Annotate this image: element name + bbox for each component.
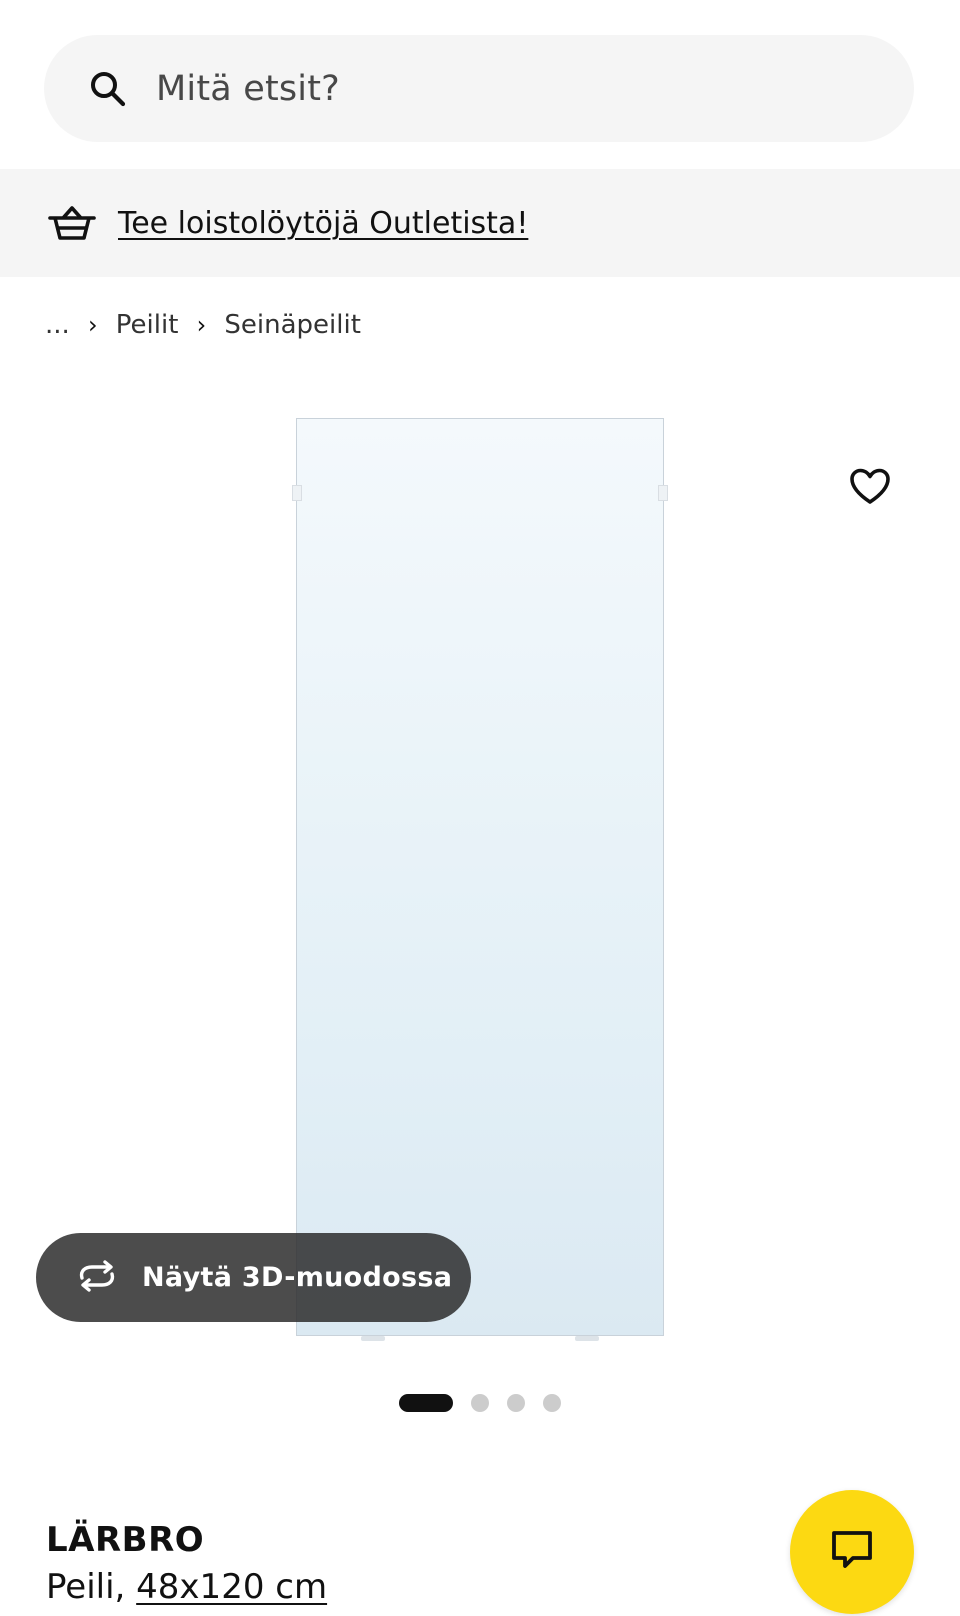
heart-icon bbox=[849, 468, 891, 510]
carousel-dot-4[interactable] bbox=[543, 1394, 561, 1412]
carousel-dot-3[interactable] bbox=[507, 1394, 525, 1412]
product-type: Peili, bbox=[46, 1567, 126, 1607]
view-3d-label: Näytä 3D-muodossa bbox=[142, 1262, 453, 1293]
product-image[interactable] bbox=[292, 418, 668, 1341]
outlet-banner: Tee loistolöytöjä Outletista! bbox=[0, 169, 960, 277]
breadcrumb-item-peilit[interactable]: Peilit bbox=[116, 310, 179, 340]
favourite-button[interactable] bbox=[846, 465, 894, 513]
chevron-right-icon: › bbox=[87, 311, 98, 339]
outlet-link[interactable]: Tee loistolöytöjä Outletista! bbox=[118, 206, 528, 241]
chat-icon bbox=[829, 1528, 875, 1576]
product-description: Peili, 48x120 cm bbox=[46, 1567, 327, 1607]
search-icon bbox=[88, 69, 128, 109]
mirror-clip bbox=[292, 485, 302, 501]
carousel-dot-1[interactable] bbox=[399, 1394, 453, 1412]
search-placeholder: Mitä etsit? bbox=[156, 68, 340, 109]
breadcrumb-item-seinapeilit[interactable]: Seinäpeilit bbox=[224, 310, 361, 340]
carousel-dot-2[interactable] bbox=[471, 1394, 489, 1412]
outlet-basket-icon bbox=[48, 203, 96, 243]
search-input[interactable]: Mitä etsit? bbox=[44, 35, 914, 142]
carousel-indicator bbox=[399, 1394, 561, 1412]
product-size-link[interactable]: 48x120 cm bbox=[136, 1567, 327, 1607]
mirror-foot bbox=[575, 1336, 599, 1341]
view-3d-button[interactable]: Näytä 3D-muodossa bbox=[36, 1233, 471, 1322]
mirror-clip bbox=[658, 485, 668, 501]
product-name: LÄRBRO bbox=[46, 1520, 205, 1560]
mirror-foot bbox=[361, 1336, 385, 1341]
breadcrumb: ... › Peilit › Seinäpeilit bbox=[45, 302, 361, 348]
rotate-3d-icon bbox=[74, 1259, 120, 1297]
breadcrumb-item-more[interactable]: ... bbox=[45, 310, 70, 340]
chat-button[interactable] bbox=[790, 1490, 914, 1614]
chevron-right-icon: › bbox=[196, 311, 207, 339]
